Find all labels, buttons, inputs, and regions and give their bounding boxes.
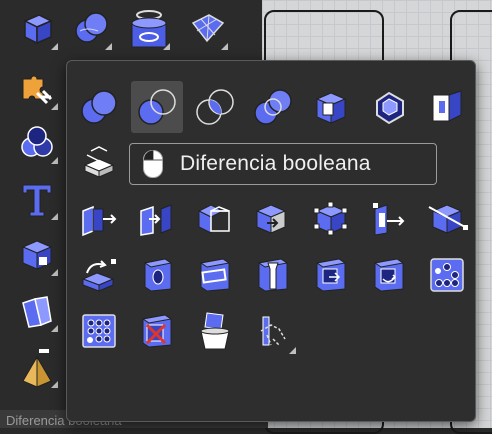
tooltip: Diferencia booleana — [129, 143, 437, 185]
cylinder-icon[interactable] — [126, 6, 172, 52]
boolean-union-icon[interactable] — [73, 81, 125, 133]
surface-icon[interactable] — [184, 6, 230, 52]
three-spheres-icon[interactable] — [14, 120, 60, 166]
hole-icon[interactable] — [131, 249, 183, 301]
move-face-arrow-icon[interactable] — [363, 193, 415, 245]
delete-hole-icon[interactable] — [131, 305, 183, 357]
trim-bucket-icon[interactable] — [189, 305, 241, 357]
cap-holes-icon[interactable] — [305, 81, 357, 133]
extract-surface-icon[interactable] — [363, 81, 415, 133]
box-variant-icon[interactable] — [14, 232, 60, 278]
puzzle-tools-icon[interactable] — [14, 66, 60, 112]
extrude-icon[interactable] — [14, 288, 60, 334]
array-holes-icon[interactable] — [73, 305, 125, 357]
wire-cut-icon[interactable] — [247, 305, 299, 357]
rotate-face-icon[interactable] — [73, 249, 125, 301]
cut-slice-icon[interactable] — [421, 193, 473, 245]
split-icon[interactable] — [421, 81, 473, 133]
box-icon[interactable] — [14, 6, 60, 52]
counterbore-icon[interactable] — [247, 249, 299, 301]
stack-layers-icon[interactable] — [73, 137, 125, 189]
boolean-split-icon[interactable] — [247, 81, 299, 133]
array-holes-grid-icon[interactable] — [421, 249, 473, 301]
offset-solid-icon[interactable] — [189, 193, 241, 245]
move-hole-icon[interactable] — [305, 249, 357, 301]
move-face-icon[interactable] — [131, 193, 183, 245]
solid-tools-flyout — [66, 60, 476, 422]
boolean-intersection-icon[interactable] — [189, 81, 241, 133]
text-icon[interactable] — [14, 176, 60, 222]
rotate-hole-icon[interactable] — [363, 249, 415, 301]
tooltip-label: Diferencia booleana — [180, 152, 371, 175]
boolean-difference-icon[interactable] — [131, 81, 183, 133]
edit-points-icon[interactable] — [305, 193, 357, 245]
boolean-union-icon[interactable] — [68, 6, 114, 52]
move-edge-icon[interactable] — [247, 193, 299, 245]
slot-icon[interactable] — [189, 249, 241, 301]
pyramid-icon[interactable] — [14, 344, 60, 390]
extrude-face-icon[interactable] — [73, 193, 125, 245]
mouse-left-click-icon — [143, 150, 163, 178]
